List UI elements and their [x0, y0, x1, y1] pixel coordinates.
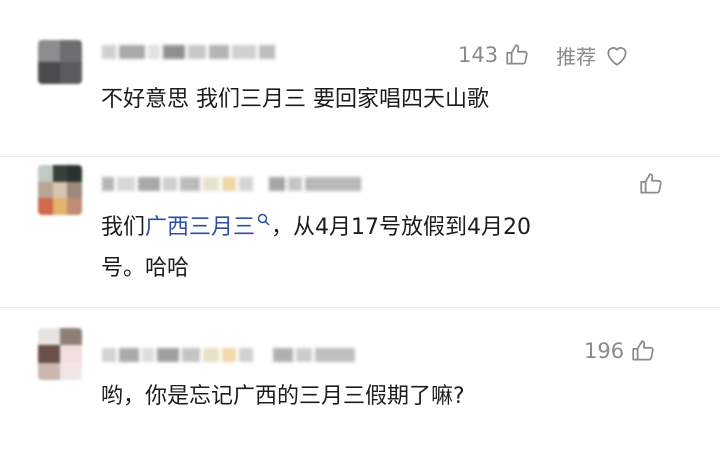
username[interactable] — [102, 45, 278, 59]
comment-text: 哟，你是忘记广西的三月三假期了嘛? — [101, 384, 465, 409]
like-count: 196 — [584, 339, 625, 363]
comment-meta: 143 推荐 — [458, 40, 630, 70]
username[interactable] — [102, 348, 358, 362]
thumbs-up-icon[interactable] — [638, 171, 664, 197]
comment-1: 143 推荐 不好意思 我们三月三 要回家唱四天山歌 — [0, 0, 720, 156]
avatar[interactable] — [38, 40, 82, 84]
avatar[interactable] — [38, 165, 82, 215]
like-count: 143 — [458, 43, 499, 67]
comment-text-part: ，从4月17号放假到4月20 — [271, 215, 532, 240]
topic-link[interactable]: 广西三月三 — [145, 215, 255, 240]
comment-text-part: 我们 — [101, 215, 146, 240]
comment-text: 我们广西三月三 ，从4月17号放假到4月20 — [101, 209, 531, 247]
thumbs-up-icon[interactable] — [630, 338, 656, 364]
comment-text: 不好意思 我们三月三 要回家唱四天山歌 — [101, 87, 489, 112]
search-icon[interactable] — [257, 213, 271, 227]
comment-meta: 196 — [584, 336, 656, 366]
comment-text-line2: 号。哈哈 — [101, 256, 190, 281]
recommend-label[interactable]: 推荐 — [556, 41, 596, 70]
username[interactable] — [102, 177, 364, 191]
avatar[interactable] — [38, 328, 82, 380]
comment-meta — [638, 169, 664, 199]
comment-2: 我们广西三月三 ，从4月17号放假到4月20 号。哈哈 — [0, 157, 720, 307]
heart-icon[interactable] — [604, 43, 630, 67]
comment-3: 196 哟，你是忘记广西的三月三假期了嘛? — [0, 308, 720, 454]
thumbs-up-icon[interactable] — [504, 42, 530, 68]
